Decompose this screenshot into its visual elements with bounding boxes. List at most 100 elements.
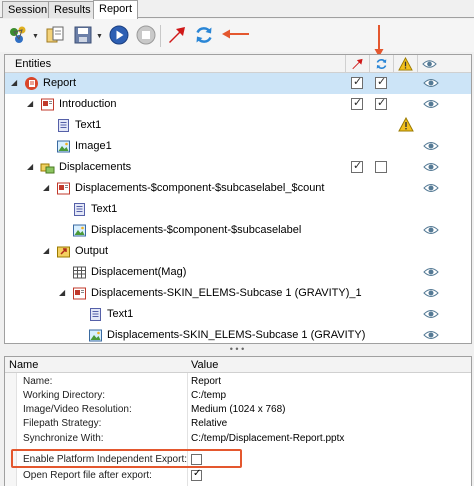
- export-button[interactable]: [166, 24, 188, 46]
- output-icon: [56, 244, 71, 259]
- play-icon: [109, 25, 129, 45]
- eye-icon[interactable]: [423, 288, 439, 298]
- tree-row-label: Output: [75, 245, 109, 257]
- sync-checkbox[interactable]: [375, 75, 387, 89]
- warning-icon: [398, 57, 413, 71]
- panel-splitter[interactable]: • • •: [0, 345, 474, 355]
- collapse-arrow-icon[interactable]: ◢: [27, 162, 37, 171]
- eye-icon[interactable]: [423, 99, 439, 109]
- warning-icon: [398, 117, 414, 132]
- eye-icon[interactable]: [423, 162, 439, 172]
- eye-icon[interactable]: [423, 183, 439, 193]
- tree-row-label: Displacements: [59, 161, 132, 173]
- refresh-column-header[interactable]: [369, 55, 393, 73]
- tree-row-report[interactable]: ◢ Report: [5, 73, 471, 94]
- property-value[interactable]: Report: [191, 376, 221, 387]
- property-row[interactable]: Name: Report: [5, 376, 471, 389]
- collapse-arrow-icon[interactable]: ◢: [43, 246, 53, 255]
- property-row[interactable]: Filepath Strategy: Relative: [5, 418, 471, 431]
- property-row[interactable]: Working Directory: C:/temp: [5, 390, 471, 403]
- text-icon: [88, 307, 103, 322]
- entities-header-label: Entities: [15, 58, 52, 70]
- eye-icon[interactable]: [423, 225, 439, 235]
- property-value[interactable]: C:/temp: [191, 390, 226, 401]
- callout-highlight-box: [11, 449, 242, 468]
- save-button[interactable]: [72, 24, 94, 46]
- export-icon: [169, 27, 185, 43]
- property-row-open-after-export[interactable]: Open Report file after export:: [5, 468, 471, 483]
- add-entities-button[interactable]: [8, 24, 30, 46]
- tree-row-image[interactable]: Displacements-SKIN_ELEMS-Subcase 1 (GRAV…: [5, 325, 471, 343]
- name-column-header: Name: [9, 359, 39, 371]
- copy-button[interactable]: [44, 24, 66, 46]
- property-value[interactable]: Relative: [191, 418, 227, 429]
- tree-row-text[interactable]: Text1: [5, 199, 471, 220]
- refresh-icon: [196, 27, 212, 43]
- export-icon: [352, 58, 363, 70]
- property-row[interactable]: Synchronize With: C:/temp/Displacement-R…: [5, 433, 471, 446]
- export-checkbox[interactable]: [351, 75, 363, 89]
- property-value[interactable]: Medium (1024 x 768): [191, 404, 286, 415]
- tree-row-text[interactable]: Text1: [5, 115, 471, 136]
- tab-label: Report: [99, 3, 133, 15]
- export-checkbox[interactable]: [351, 96, 363, 110]
- tree-row-chapter-template[interactable]: ◢ Displacements-$component-$subcaselabel…: [5, 178, 471, 199]
- visibility-column-header[interactable]: [417, 55, 441, 73]
- eye-icon[interactable]: [423, 78, 439, 88]
- tree-row-introduction[interactable]: ◢ Introduction: [5, 94, 471, 115]
- tree-row-output[interactable]: ◢ Output: [5, 241, 471, 262]
- tree-header: Entities: [5, 55, 471, 73]
- tab-results[interactable]: Results: [48, 1, 97, 18]
- collapse-arrow-icon[interactable]: ◢: [43, 183, 53, 192]
- chevron-down-icon[interactable]: ▼: [32, 33, 39, 40]
- tree-row-chapter-subcase[interactable]: ◢ Displacements-SKIN_ELEMS-Subcase 1 (GR…: [5, 283, 471, 304]
- sync-checkbox[interactable]: [375, 161, 387, 173]
- tree-row-table[interactable]: Displacement(Mag): [5, 262, 471, 283]
- sync-checkbox[interactable]: [375, 96, 387, 110]
- open-after-export-checkbox[interactable]: [191, 468, 202, 481]
- tab-label: Results: [54, 4, 91, 16]
- tree-row-label: Text1: [91, 203, 118, 215]
- tree-row-image[interactable]: Image1: [5, 136, 471, 157]
- stop-button[interactable]: [135, 24, 157, 46]
- value-column-header: Value: [191, 359, 219, 371]
- eye-icon[interactable]: [423, 267, 439, 277]
- property-grid-header: Name Value: [5, 357, 471, 373]
- warning-column-header[interactable]: [393, 55, 417, 73]
- splitter-grip: • • •: [229, 344, 245, 354]
- chevron-down-icon[interactable]: ▼: [96, 33, 103, 40]
- tab-report[interactable]: Report: [93, 0, 139, 19]
- property-name: Working Directory:: [23, 390, 106, 401]
- copy-icon: [46, 26, 64, 43]
- play-button[interactable]: [108, 24, 130, 46]
- export-checkbox[interactable]: [351, 159, 363, 173]
- property-name: Image/Video Resolution:: [23, 404, 132, 415]
- collapse-arrow-icon[interactable]: ◢: [27, 99, 37, 108]
- property-value[interactable]: C:/temp/Displacement-Report.pptx: [191, 433, 344, 444]
- tab-label: Session: [8, 4, 48, 16]
- report-icon: [24, 76, 39, 91]
- tree-row-displacements[interactable]: ◢ Displacements: [5, 157, 471, 178]
- refresh-button[interactable]: [193, 24, 215, 46]
- tree-row-label: Displacement(Mag): [91, 266, 187, 278]
- property-name: Open Report file after export:: [23, 470, 152, 481]
- chapter-icon: [56, 181, 71, 196]
- image-icon: [56, 139, 71, 154]
- tree-row-label: Report: [43, 77, 77, 89]
- export-column-header[interactable]: [345, 55, 369, 73]
- tree-row-text[interactable]: Text1: [5, 304, 471, 325]
- property-row[interactable]: Image/Video Resolution: Medium (1024 x 7…: [5, 404, 471, 417]
- tree-row-image[interactable]: Displacements-$component-$subcaselabel: [5, 220, 471, 241]
- eye-icon[interactable]: [423, 330, 439, 340]
- entities-tree[interactable]: Entities ◢ Report ◢ In: [4, 54, 472, 344]
- collapse-arrow-icon[interactable]: ◢: [59, 288, 69, 297]
- eye-icon: [422, 60, 437, 68]
- refresh-icon: [376, 59, 387, 69]
- collapse-arrow-icon[interactable]: ◢: [11, 78, 21, 87]
- stop-icon: [136, 25, 156, 45]
- text-icon: [72, 202, 87, 217]
- tab-session[interactable]: Session: [2, 1, 54, 18]
- save-icon: [74, 26, 92, 44]
- eye-icon[interactable]: [423, 309, 439, 319]
- eye-icon[interactable]: [423, 141, 439, 151]
